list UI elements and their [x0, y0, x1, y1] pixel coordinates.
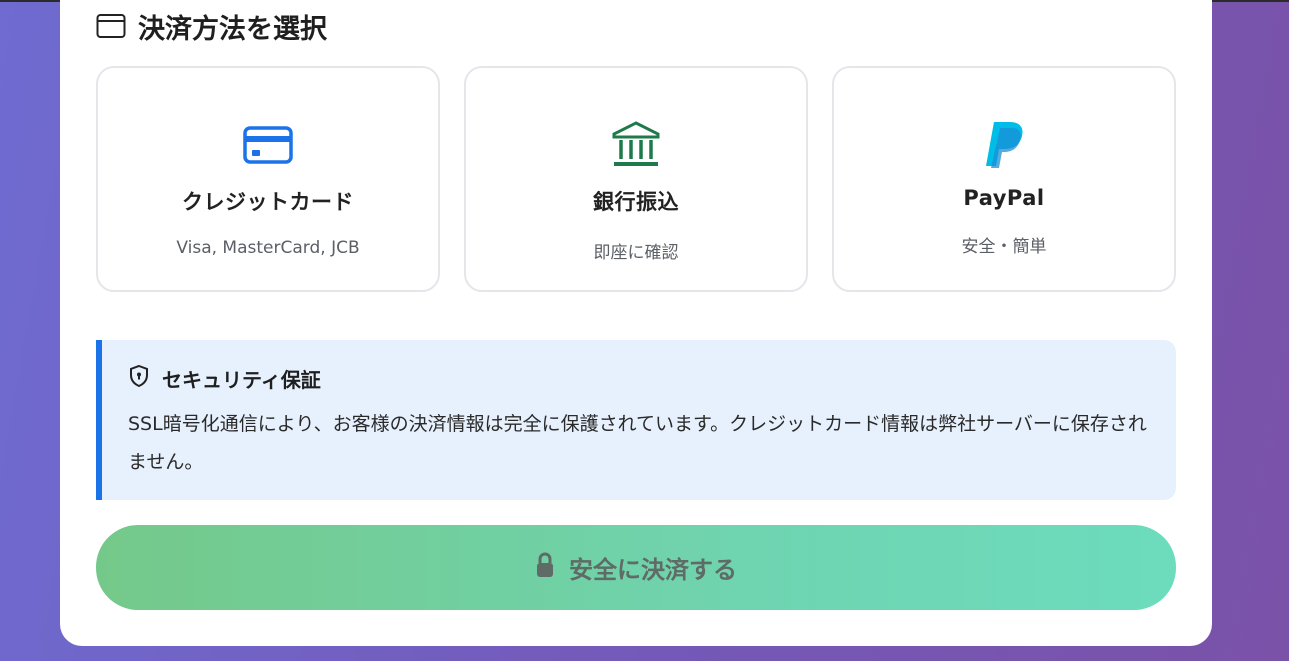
payment-methods: クレジットカード Visa, MasterCard, JCB 銀行振込 即座に確… [96, 66, 1176, 292]
method-description: Visa, MasterCard, JCB [176, 238, 360, 258]
payment-method-bank-transfer[interactable]: 銀行振込 即座に確認 [464, 66, 808, 292]
lock-icon [535, 552, 555, 584]
section-title: 決済方法を選択 [138, 13, 327, 45]
security-header: セキュリティ保証 [128, 364, 1150, 393]
security-notice: セキュリティ保証 SSL暗号化通信により、お客様の決済情報は完全に保護されていま… [96, 340, 1176, 500]
section-header: 決済方法を選択 [96, 10, 327, 45]
pay-button-label: 安全に決済する [569, 556, 737, 584]
paypal-icon [982, 120, 1026, 170]
payment-method-credit-card[interactable]: クレジットカード Visa, MasterCard, JCB [96, 66, 440, 292]
method-name: クレジットカード [182, 190, 354, 214]
shield-icon [128, 364, 150, 393]
browser-window-icon [96, 13, 126, 39]
payment-method-paypal[interactable]: PayPal 安全・簡単 [832, 66, 1176, 292]
method-description: 即座に確認 [593, 243, 679, 263]
credit-card-icon [243, 120, 293, 170]
bank-icon [611, 120, 661, 170]
security-title: セキュリティ保証 [162, 368, 321, 392]
security-text: SSL暗号化通信により、お客様の決済情報は完全に保護されています。クレジットカー… [128, 413, 1147, 473]
payment-card: 決済方法を選択 クレジットカード Visa, MasterCard, JCB 銀… [60, 0, 1212, 646]
method-name: PayPal [963, 186, 1045, 210]
method-name: 銀行振込 [593, 190, 679, 214]
method-description: 安全・簡単 [961, 237, 1047, 257]
pay-securely-button[interactable]: 安全に決済する [96, 525, 1176, 610]
